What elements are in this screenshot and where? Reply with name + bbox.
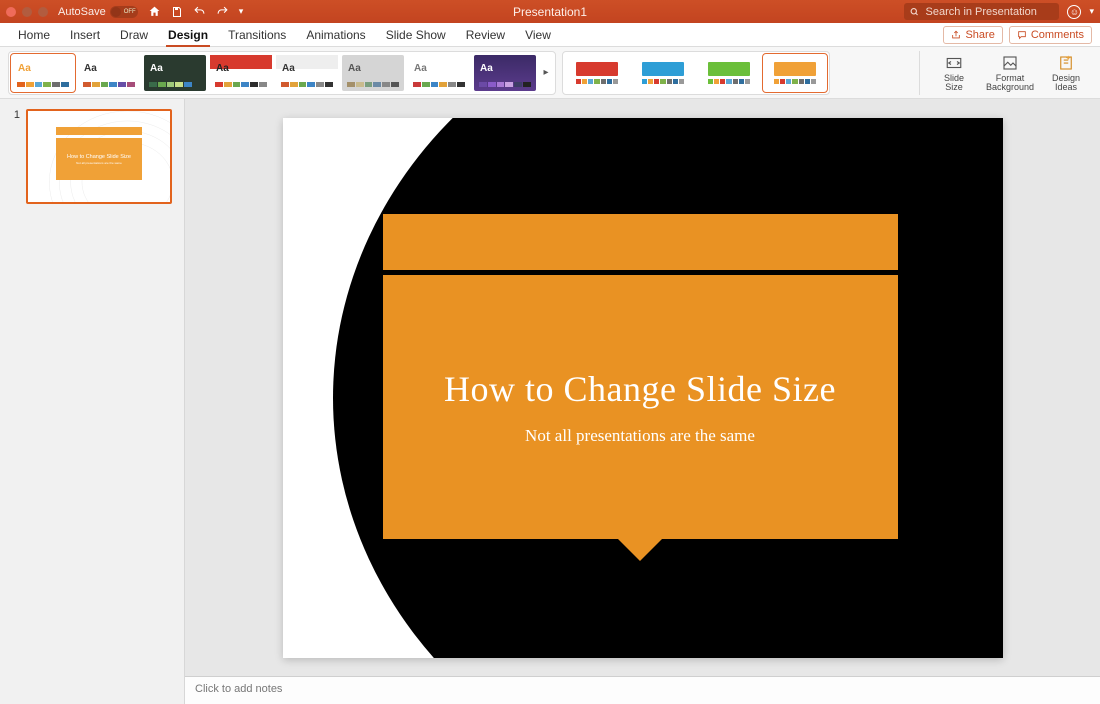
design-ideas-label: Design Ideas bbox=[1052, 74, 1080, 92]
format-bg-label: Format Background bbox=[986, 74, 1034, 92]
search-input[interactable] bbox=[924, 5, 1054, 19]
slide-title-box[interactable]: How to Change Slide Size Not all present… bbox=[383, 275, 898, 539]
tab-animations[interactable]: Animations bbox=[296, 23, 375, 46]
close-window-button[interactable] bbox=[6, 7, 16, 17]
tab-transitions[interactable]: Transitions bbox=[218, 23, 296, 46]
slide-thumbnail[interactable]: How to Change Slide Size Not all present… bbox=[26, 109, 172, 204]
tab-design[interactable]: Design bbox=[158, 23, 218, 46]
comments-button[interactable]: Comments bbox=[1009, 26, 1092, 44]
theme-aa-label: Aa bbox=[150, 63, 163, 74]
slide[interactable]: How to Change Slide Size Not all present… bbox=[283, 118, 1003, 658]
editor-pane: How to Change Slide Size Not all present… bbox=[185, 99, 1100, 704]
theme-aa-label: Aa bbox=[414, 63, 427, 74]
thumbnail-number: 1 bbox=[12, 109, 20, 204]
tab-slide-show[interactable]: Slide Show bbox=[376, 23, 456, 46]
format-background-button[interactable]: Format Background bbox=[984, 51, 1036, 95]
theme-aa-label: Aa bbox=[480, 63, 493, 74]
tab-insert[interactable]: Insert bbox=[60, 23, 110, 46]
tab-home[interactable]: Home bbox=[8, 23, 60, 46]
share-label: Share bbox=[965, 29, 994, 41]
theme-aa-label: Aa bbox=[84, 63, 97, 74]
slide-size-label: Slide Size bbox=[944, 74, 964, 92]
thumbnail-item[interactable]: 1 How to Change Slide Size Not all prese… bbox=[12, 109, 172, 204]
thumb-title: How to Change Slide Size bbox=[67, 154, 131, 160]
theme-dark-green[interactable]: Aa bbox=[144, 55, 206, 91]
thumb-subtitle: Not all presentations are the same bbox=[76, 161, 122, 165]
theme-aa-label: Aa bbox=[348, 63, 361, 74]
notes-pane[interactable]: Click to add notes bbox=[185, 676, 1100, 704]
comments-label: Comments bbox=[1031, 29, 1084, 41]
slide-canvas-area[interactable]: How to Change Slide Size Not all present… bbox=[185, 99, 1100, 676]
save-icon[interactable] bbox=[171, 6, 183, 18]
autosave-toggle[interactable]: AutoSave OFF bbox=[58, 6, 138, 18]
slide-subtitle-text[interactable]: Not all presentations are the same bbox=[525, 426, 755, 446]
comment-icon bbox=[1017, 30, 1027, 40]
design-ideas-button[interactable]: Design Ideas bbox=[1040, 51, 1092, 95]
search-box[interactable] bbox=[904, 3, 1059, 20]
autosave-label: AutoSave bbox=[58, 6, 106, 18]
minimize-window-button[interactable] bbox=[22, 7, 32, 17]
qat-customize-icon[interactable]: ▾ bbox=[239, 6, 244, 17]
slide-header-bar bbox=[383, 214, 898, 270]
theme-aa-label: Aa bbox=[216, 63, 229, 74]
account-chevron-icon[interactable]: ▾ bbox=[1089, 6, 1094, 17]
theme-office[interactable]: Aa bbox=[78, 55, 140, 91]
maximize-window-button[interactable] bbox=[38, 7, 48, 17]
design-ideas-icon bbox=[1057, 54, 1075, 72]
autosave-pill: OFF bbox=[110, 6, 138, 18]
theme-grey[interactable]: Aa bbox=[342, 55, 404, 91]
slide-size-button[interactable]: Slide Size bbox=[928, 51, 980, 95]
ribbon-tabs: HomeInsertDrawDesignTransitionsAnimation… bbox=[0, 23, 1100, 47]
work-area: 1 How to Change Slide Size Not all prese… bbox=[0, 99, 1100, 704]
undo-icon[interactable] bbox=[193, 5, 206, 18]
theme-white[interactable]: Aa bbox=[276, 55, 338, 91]
theme-aa-label: Aa bbox=[18, 63, 31, 74]
theme-aa-label: Aa bbox=[282, 63, 295, 74]
ribbon-design: Aa Aa Aa Aa Aa Aa Aa Aa ▸ Slide Size Format Bac… bbox=[0, 47, 1100, 99]
variant-blue[interactable] bbox=[632, 55, 694, 91]
design-tools: Slide Size Format Background Design Idea… bbox=[919, 51, 1092, 95]
share-icon bbox=[951, 30, 961, 40]
quick-access-toolbar: ▾ bbox=[148, 5, 244, 18]
redo-icon[interactable] bbox=[216, 5, 229, 18]
search-icon bbox=[910, 7, 919, 17]
share-button[interactable]: Share bbox=[943, 26, 1002, 44]
titlebar: AutoSave OFF ▾ Presentation1 ☺ ▾ bbox=[0, 0, 1100, 23]
account-icon[interactable]: ☺ bbox=[1067, 5, 1081, 19]
window-controls bbox=[6, 7, 48, 17]
theme-minimal[interactable]: Aa bbox=[408, 55, 470, 91]
themes-more-button[interactable]: ▸ bbox=[540, 67, 552, 78]
slide-thumbnails-panel: 1 How to Change Slide Size Not all prese… bbox=[0, 99, 185, 704]
tab-view[interactable]: View bbox=[515, 23, 561, 46]
theme-orange[interactable]: Aa bbox=[12, 55, 74, 91]
variants-gallery bbox=[562, 51, 830, 95]
slide-title-text[interactable]: How to Change Slide Size bbox=[444, 368, 836, 410]
format-background-icon bbox=[1001, 54, 1019, 72]
theme-red[interactable]: Aa bbox=[210, 55, 272, 91]
variant-green[interactable] bbox=[698, 55, 760, 91]
home-icon[interactable] bbox=[148, 5, 161, 18]
variant-orange[interactable] bbox=[764, 55, 826, 91]
tab-review[interactable]: Review bbox=[456, 23, 515, 46]
tab-draw[interactable]: Draw bbox=[110, 23, 158, 46]
variant-red[interactable] bbox=[566, 55, 628, 91]
theme-purple[interactable]: Aa bbox=[474, 55, 536, 91]
slide-size-icon bbox=[945, 54, 963, 72]
themes-gallery: Aa Aa Aa Aa Aa Aa Aa Aa ▸ bbox=[8, 51, 556, 95]
